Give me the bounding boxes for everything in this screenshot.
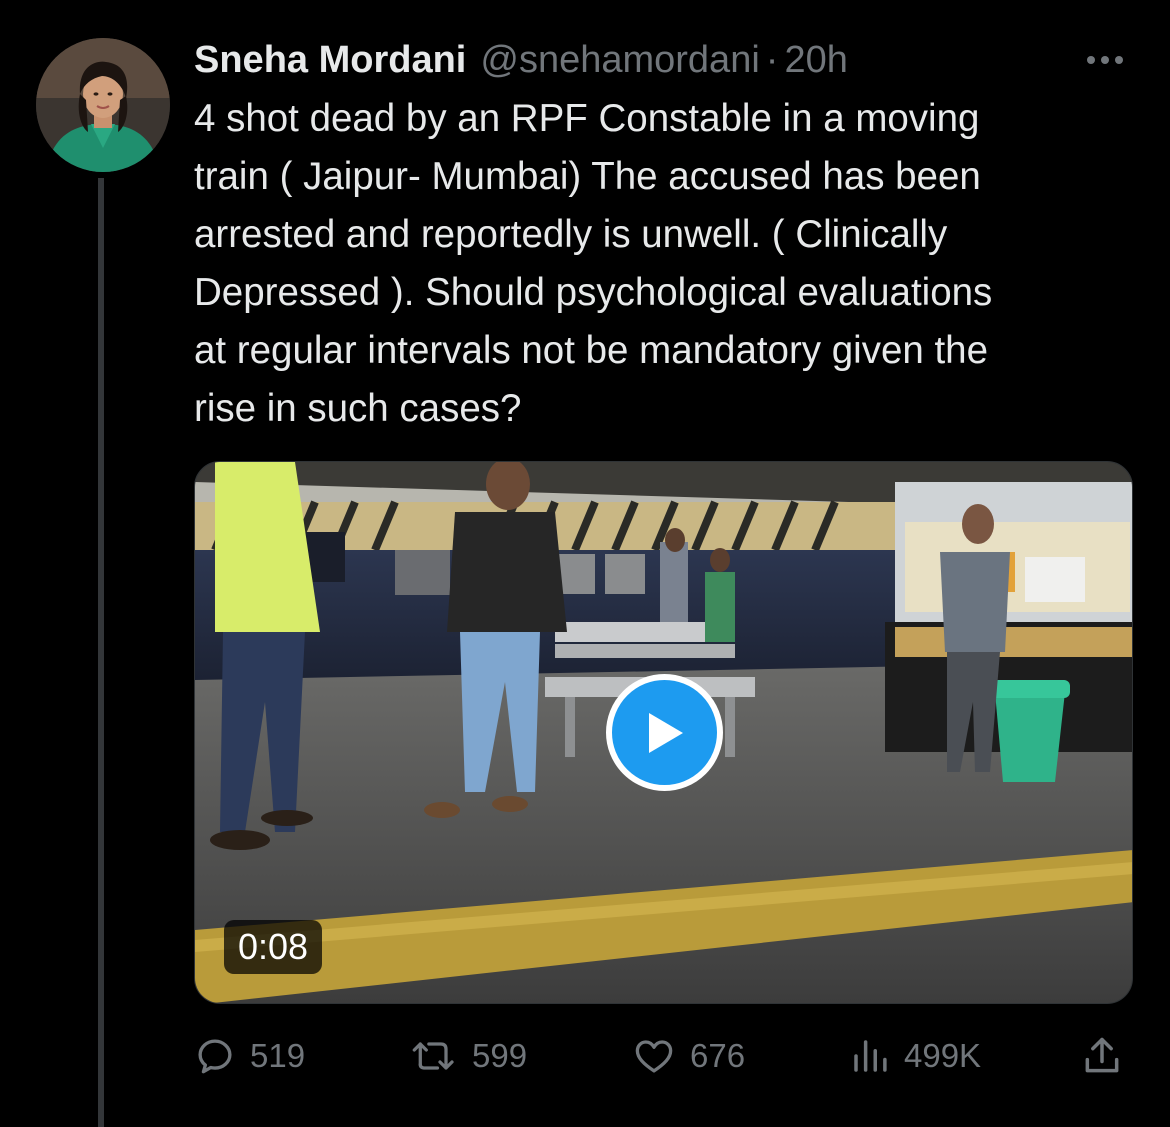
thread-line [98,178,104,1127]
reply-button[interactable]: 519 [194,1028,305,1084]
tweet: Sneha Mordani @snehamordani · 20h 4 shot… [0,0,1170,1127]
views-button[interactable]: 499K [850,1028,981,1084]
views-count: 499K [904,1037,982,1074]
heart-icon [635,1040,673,1073]
retweet-icon [412,1042,454,1070]
action-bar: 519 599 676 499K [194,1028,1144,1084]
views-icon [854,1040,887,1072]
reply-count: 519 [250,1037,306,1074]
reply-icon [198,1039,232,1074]
tweet-header: Sneha Mordani @snehamordani · 20h [194,36,1134,84]
share-icon [1085,1037,1119,1073]
play-button[interactable] [606,674,723,791]
author-display-name[interactable]: Sneha Mordani [194,36,466,84]
like-button[interactable]: 676 [632,1028,745,1084]
share-button[interactable] [1080,1028,1124,1084]
video-duration: 0:08 [224,920,323,974]
like-count: 676 [690,1037,746,1074]
avatar[interactable] [36,38,170,172]
avatar-image [36,38,170,172]
video-player[interactable]: 0:08 [194,461,1133,1004]
separator-dot: · [765,39,779,81]
retweet-count: 599 [472,1037,528,1074]
tweet-timestamp[interactable]: 20h [784,36,847,84]
more-icon [1084,56,1126,64]
tweet-text: 4 shot dead by an RPF Constable in a mov… [194,97,993,430]
more-options-button[interactable] [1080,40,1130,80]
play-icon [648,712,683,753]
author-handle[interactable]: @snehamordani [480,36,759,84]
retweet-button[interactable]: 599 [410,1028,527,1084]
